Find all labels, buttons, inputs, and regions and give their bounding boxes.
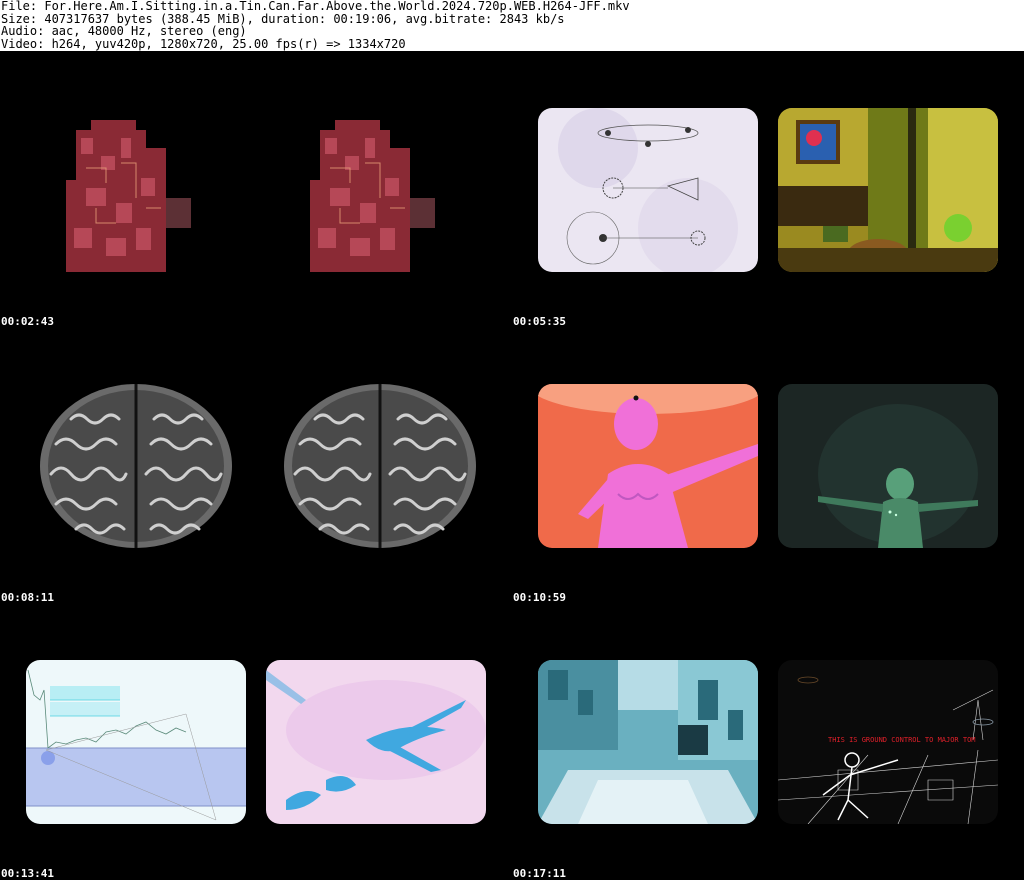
thumbnail-frame [26,108,246,272]
thumbnail-frame [26,384,246,548]
green-figure-image [778,384,998,548]
price-chart-image [26,660,246,824]
thumbnail-frame [778,108,998,272]
thumbnail-frame [270,108,490,272]
tower-collage-image [26,108,246,272]
ink-splash-image [266,660,486,824]
audio-info-line: Audio: aac, 48000 Hz, stereo (eng) [1,24,247,38]
thumbnail-frame [26,660,246,824]
video-info-line: Video: h264, yuv420p, 1280x720, 25.00 fp… [1,36,406,51]
timestamp-label: 00:08:11 [1,591,54,604]
timestamp-label: 00:17:11 [513,867,566,880]
thumbnail-frame [538,660,758,824]
brain-mri-image [270,384,490,548]
thumbnail-frame [538,384,758,548]
timestamp-label: 00:10:59 [513,591,566,604]
file-info-header: File: For.Here.Am.I.Sitting.in.a.Tin.Can… [0,0,1024,51]
thumbnail-frame: THIS IS GROUND CONTROL TO MAJOR TOM [778,660,998,824]
brain-mri-image [26,384,246,548]
timestamp-label: 00:05:35 [513,315,566,328]
astronomy-diagram-image [538,108,758,272]
living-room-image [778,108,998,272]
file-name-line: File: For.Here.Am.I.Sitting.in.a.Tin.Can… [1,0,630,13]
tower-collage-image [270,108,490,272]
inverted-city-image [538,660,758,824]
timestamp-label: 00:13:41 [1,867,54,880]
timestamp-label: 00:02:43 [1,315,54,328]
thumbnail-frame [538,108,758,272]
thumbnail-frame [266,660,486,824]
thumbnail-frame [778,384,998,548]
thumbnail-grid: 00:02:43 00:05:35 00:08:11 00:10:59 THIS… [0,51,1024,880]
subtitle-caption: THIS IS GROUND CONTROL TO MAJOR TOM [828,736,976,744]
inverted-figure-image [538,384,758,548]
thumbnail-frame [270,384,490,548]
